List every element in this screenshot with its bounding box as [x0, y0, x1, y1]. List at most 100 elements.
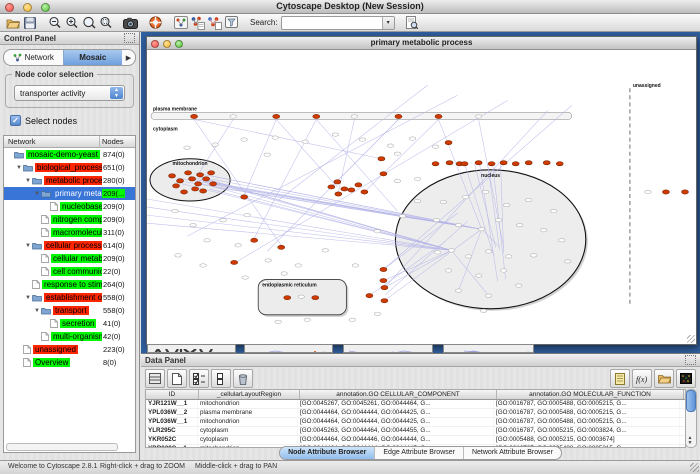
node[interactable]: [478, 228, 485, 231]
selected-node[interactable]: [380, 267, 387, 271]
node[interactable]: [394, 152, 401, 155]
selected-node[interactable]: [189, 177, 196, 181]
node[interactable]: [414, 177, 421, 180]
node[interactable]: [448, 249, 455, 252]
node[interactable]: [374, 312, 381, 315]
selected-node[interactable]: [445, 141, 452, 145]
node[interactable]: [175, 254, 182, 257]
tree-row[interactable]: secretion41(0): [4, 317, 135, 330]
selected-node[interactable]: [355, 183, 362, 187]
tree-row[interactable]: Overview8(0): [4, 356, 135, 369]
node[interactable]: [242, 276, 249, 279]
column-header[interactable]: annotation.GO CELLULAR_COMPONENT: [300, 390, 497, 399]
tree-row[interactable]: mosaic-demo-yeast874(0): [4, 148, 135, 161]
attribute-unselect-icon[interactable]: [211, 369, 231, 388]
table-row[interactable]: YPL036W__2plasma membrane[GO:0044464, GO…: [146, 409, 685, 418]
table-row[interactable]: YJR121W__1mitochondrion[GO:0045267, GO:0…: [146, 400, 685, 409]
edge[interactable]: [254, 119, 316, 238]
node[interactable]: [525, 198, 532, 201]
node[interactable]: [645, 190, 652, 193]
help-icon[interactable]: [147, 15, 164, 30]
browser-tab[interactable]: Network Attribute Browser: [463, 447, 561, 459]
selected-node[interactable]: [348, 188, 355, 192]
node[interactable]: [394, 179, 401, 182]
window-resize-grip[interactable]: [690, 463, 699, 472]
selected-node[interactable]: [512, 162, 519, 166]
node[interactable]: [272, 136, 279, 139]
node[interactable]: [445, 269, 452, 272]
tree-row[interactable]: ▼establishment of lo558(0): [4, 291, 135, 304]
zoom-out-icon[interactable]: [46, 15, 63, 30]
selected-node[interactable]: [200, 189, 207, 193]
network-overview-icon[interactable]: [172, 15, 189, 30]
node[interactable]: [475, 274, 482, 277]
node[interactable]: [332, 133, 339, 136]
selected-node[interactable]: [284, 296, 291, 300]
float-panel-icon[interactable]: [124, 33, 135, 43]
browser-tab[interactable]: Edge Attribute Browser: [374, 447, 463, 459]
column-header[interactable]: ID: [146, 390, 199, 399]
table-row[interactable]: YLR295Ccytoplasm[GO:0045263, GO:0044464,…: [146, 427, 685, 436]
node[interactable]: [434, 251, 441, 254]
open-file-icon[interactable]: [4, 15, 21, 30]
node-color-dropdown[interactable]: transporter activity ▲▼: [14, 85, 125, 101]
selected-node[interactable]: [173, 184, 180, 188]
table-row[interactable]: YKR052Ccytoplasm[GO:0044464, GO:0044446,…: [146, 436, 685, 445]
edge-annotation-icon[interactable]: [206, 15, 223, 30]
network-view-titlebar[interactable]: primary metabolic process: [147, 37, 696, 50]
selected-node[interactable]: [378, 157, 385, 161]
node[interactable]: [500, 269, 507, 272]
node[interactable]: [432, 145, 439, 148]
node[interactable]: [275, 320, 282, 323]
selected-node[interactable]: [313, 114, 320, 118]
selected-node[interactable]: [203, 177, 210, 181]
selected-node[interactable]: [177, 179, 184, 183]
import-attributes-icon[interactable]: [654, 369, 674, 388]
node[interactable]: [455, 289, 462, 292]
node[interactable]: [264, 153, 271, 156]
plasma-membrane-region[interactable]: [151, 112, 572, 119]
node[interactable]: [241, 138, 248, 141]
expander-icon[interactable]: ▼: [24, 295, 32, 301]
selected-node[interactable]: [181, 190, 188, 194]
node[interactable]: [485, 250, 492, 253]
node[interactable]: [359, 138, 366, 141]
node-annotation-icon[interactable]: [189, 15, 206, 30]
background-window[interactable]: [244, 344, 333, 353]
node[interactable]: [352, 264, 359, 267]
node[interactable]: [475, 115, 482, 118]
selected-node[interactable]: [475, 161, 482, 165]
selected-node[interactable]: [662, 190, 669, 194]
selected-node[interactable]: [380, 278, 387, 282]
node[interactable]: [485, 294, 492, 297]
selected-node[interactable]: [488, 162, 495, 166]
selected-node[interactable]: [195, 182, 202, 186]
search-dropdown-arrow[interactable]: ▾: [382, 17, 394, 29]
attribute-checkbox-icon[interactable]: [189, 369, 209, 388]
delete-attribute-icon[interactable]: [233, 369, 253, 388]
node[interactable]: [184, 146, 191, 149]
node[interactable]: [204, 239, 211, 242]
selected-node[interactable]: [366, 294, 373, 298]
column-header[interactable]: annotation.GO MOLECULAR_FUNCTION: [497, 390, 684, 399]
selected-node[interactable]: [169, 174, 176, 178]
select-nodes-checkbox[interactable]: ✓: [10, 115, 21, 126]
zoom-in-icon[interactable]: [63, 15, 80, 30]
expander-icon[interactable]: ▼: [33, 308, 41, 314]
node[interactable]: [349, 318, 356, 321]
selected-node[interactable]: [381, 299, 388, 303]
selected-node[interactable]: [328, 185, 335, 189]
tree-row[interactable]: ▼primary metabo209(...: [4, 187, 135, 200]
selected-node[interactable]: [312, 296, 319, 300]
table-scrollbar-thumb[interactable]: [686, 390, 696, 412]
node[interactable]: [530, 254, 537, 257]
expander-icon[interactable]: ▼: [24, 178, 32, 184]
selected-node[interactable]: [395, 114, 402, 118]
nucleus-region[interactable]: [395, 170, 585, 309]
selected-node[interactable]: [231, 260, 238, 264]
node[interactable]: [564, 260, 571, 263]
node[interactable]: [298, 295, 305, 298]
node[interactable]: [440, 200, 447, 203]
selected-node[interactable]: [543, 161, 550, 165]
selected-node[interactable]: [461, 162, 468, 166]
